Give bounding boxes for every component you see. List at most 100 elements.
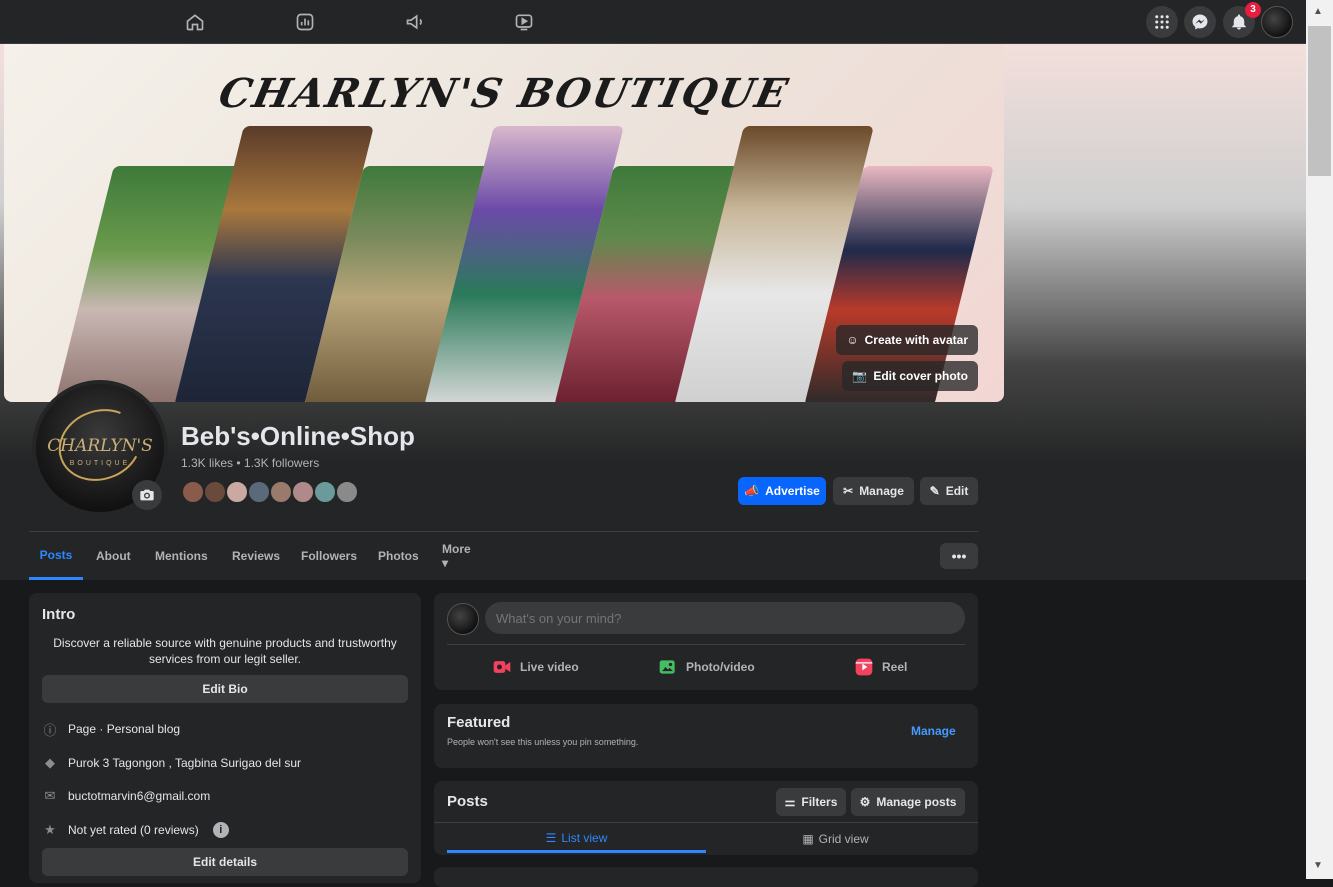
reel-button[interactable]: Reel [854,653,907,681]
cover-photo[interactable]: CHARLYN'S BOUTIQUE ☺ Create with avatar … [4,44,1004,402]
manage-posts-label: Manage posts [876,795,957,809]
tab-posts[interactable]: Posts [29,532,83,580]
composer-divider [447,644,965,645]
avatar-icon: ☺ [846,333,859,347]
account-avatar[interactable] [1261,6,1293,38]
likes-followers-count[interactable]: 1.3K likes • 1.3K followers [181,456,319,470]
messenger-icon[interactable] [1184,6,1216,38]
composer-avatar[interactable] [447,603,479,635]
edit-label: Edit [945,484,969,498]
detail-email-text[interactable]: buctotmarvin6@gmail.com [68,789,210,803]
intro-title: Intro [42,606,76,623]
grid-view-tab[interactable]: ▦ Grid view [706,825,965,853]
notifications-badge: 3 [1245,2,1261,18]
detail-category-text: Page · Personal blog [68,722,181,736]
edit-cover-photo-button[interactable]: 📷 Edit cover photo [842,361,978,391]
tab-mentions[interactable]: Mentions [155,532,208,580]
video-icon[interactable] [510,8,538,36]
grid-view-label: Grid view [818,832,869,846]
notifications-bell-icon[interactable]: 3 [1223,2,1261,38]
edit-cover-photo-label: Edit cover photo [873,369,968,383]
intro-card: Intro Discover a reliable source with ge… [29,593,421,883]
posts-divider [434,822,978,823]
detail-email: ✉ buctotmarvin6@gmail.com [42,786,211,806]
detail-rating-text: Not yet rated (0 reviews) [68,823,199,837]
star-icon: ★ [44,822,56,837]
page-scrollbar[interactable]: ▲ ▼ [1306,0,1333,879]
detail-rating: ★ Not yet rated (0 reviews) i [42,820,229,840]
tab-about[interactable]: About [96,532,131,580]
detail-location: ◆ Purok 3 Tagongon , Tagbina Surigao del… [42,753,301,773]
megaphone-icon[interactable] [401,8,429,36]
list-icon: ☰ [545,830,557,845]
photo-video-label: Photo/video [686,660,755,674]
more-options-button[interactable]: ••• [940,543,978,569]
posts-card: Posts ⚌ Filters ⚙ Manage posts ☰ List vi… [434,781,978,855]
posts-title: Posts [447,793,488,810]
rating-info-icon[interactable]: i [212,822,229,838]
list-view-tab[interactable]: ☰ List view [447,825,706,853]
scroll-thumb[interactable] [1308,26,1331,176]
follower-avatar[interactable] [269,480,293,504]
info-icon: ⓘ [43,722,57,738]
create-with-avatar-label: Create with avatar [864,333,968,347]
photo-video-button[interactable]: Photo/video [658,653,755,681]
location-icon: ◆ [45,755,55,770]
home-icon[interactable] [181,8,209,36]
gear-icon: ⚙ [859,795,871,809]
scroll-up-arrow-icon[interactable]: ▲ [1313,6,1323,17]
featured-subtitle: People won't see this unless you pin som… [447,737,639,747]
follower-avatar[interactable] [203,480,227,504]
follower-avatar[interactable] [247,480,271,504]
filters-label: Filters [801,795,838,809]
edit-button[interactable]: ✎ Edit [920,477,978,505]
email-icon: ✉ [44,788,56,803]
advertise-label: Advertise [765,484,820,498]
advertise-button[interactable]: 📣 Advertise [738,477,826,505]
edit-details-button[interactable]: Edit details [42,848,408,876]
manage-label: Manage [859,484,904,498]
featured-card: Featured People won't see this unless yo… [434,704,978,768]
tab-more[interactable]: More ▾ [442,532,471,580]
insights-icon[interactable] [291,8,319,36]
tab-photos[interactable]: Photos [378,532,419,580]
page-title: Beb's•Online•Shop [181,421,415,451]
follower-avatar[interactable] [335,480,359,504]
live-video-icon [493,661,511,673]
reel-label: Reel [882,660,908,674]
featured-title: Featured [447,714,511,731]
follower-avatar[interactable] [181,480,205,504]
follower-avatar[interactable] [291,480,315,504]
manage-posts-button[interactable]: ⚙ Manage posts [851,788,965,816]
live-video-label: Live video [520,660,579,674]
follower-avatar[interactable] [313,480,337,504]
logo-subtext: BOUTIQUE [69,460,131,467]
create-with-avatar-button[interactable]: ☺ Create with avatar [836,325,978,355]
filters-button[interactable]: ⚌ Filters [776,788,846,816]
logo-text: CHARLYN'S [47,436,153,456]
featured-manage-link[interactable]: Manage [911,724,956,738]
pencil-icon: ✎ [929,484,940,498]
detail-location-text[interactable]: Purok 3 Tagongon , Tagbina Surigao del s… [68,756,301,770]
tab-followers[interactable]: Followers [301,532,357,580]
reel-icon [855,658,873,676]
camera-icon: 📷 [852,369,868,383]
edit-bio-button[interactable]: Edit Bio [42,675,408,703]
manage-button[interactable]: ✂ Manage [833,477,914,505]
whats-on-your-mind-input[interactable] [485,602,965,634]
cover-title: CHARLYN'S BOUTIQUE [214,70,794,117]
list-view-label: List view [561,830,608,845]
post-card [434,867,978,887]
tab-reviews[interactable]: Reviews [232,532,280,580]
grid-icon: ▦ [802,832,814,846]
live-video-button[interactable]: Live video [492,653,579,681]
profile-camera-icon[interactable] [132,480,162,510]
follower-avatar[interactable] [225,480,249,504]
megaphone-icon: 📣 [744,484,760,498]
scroll-down-arrow-icon[interactable]: ▼ [1313,860,1323,871]
detail-category: ⓘ Page · Personal blog [42,719,180,739]
top-navigation-bar: 3 [0,0,1306,44]
intro-bio: Discover a reliable source with genuine … [53,636,397,666]
tools-icon: ✂ [843,484,854,498]
menu-grid-icon[interactable] [1146,6,1178,38]
